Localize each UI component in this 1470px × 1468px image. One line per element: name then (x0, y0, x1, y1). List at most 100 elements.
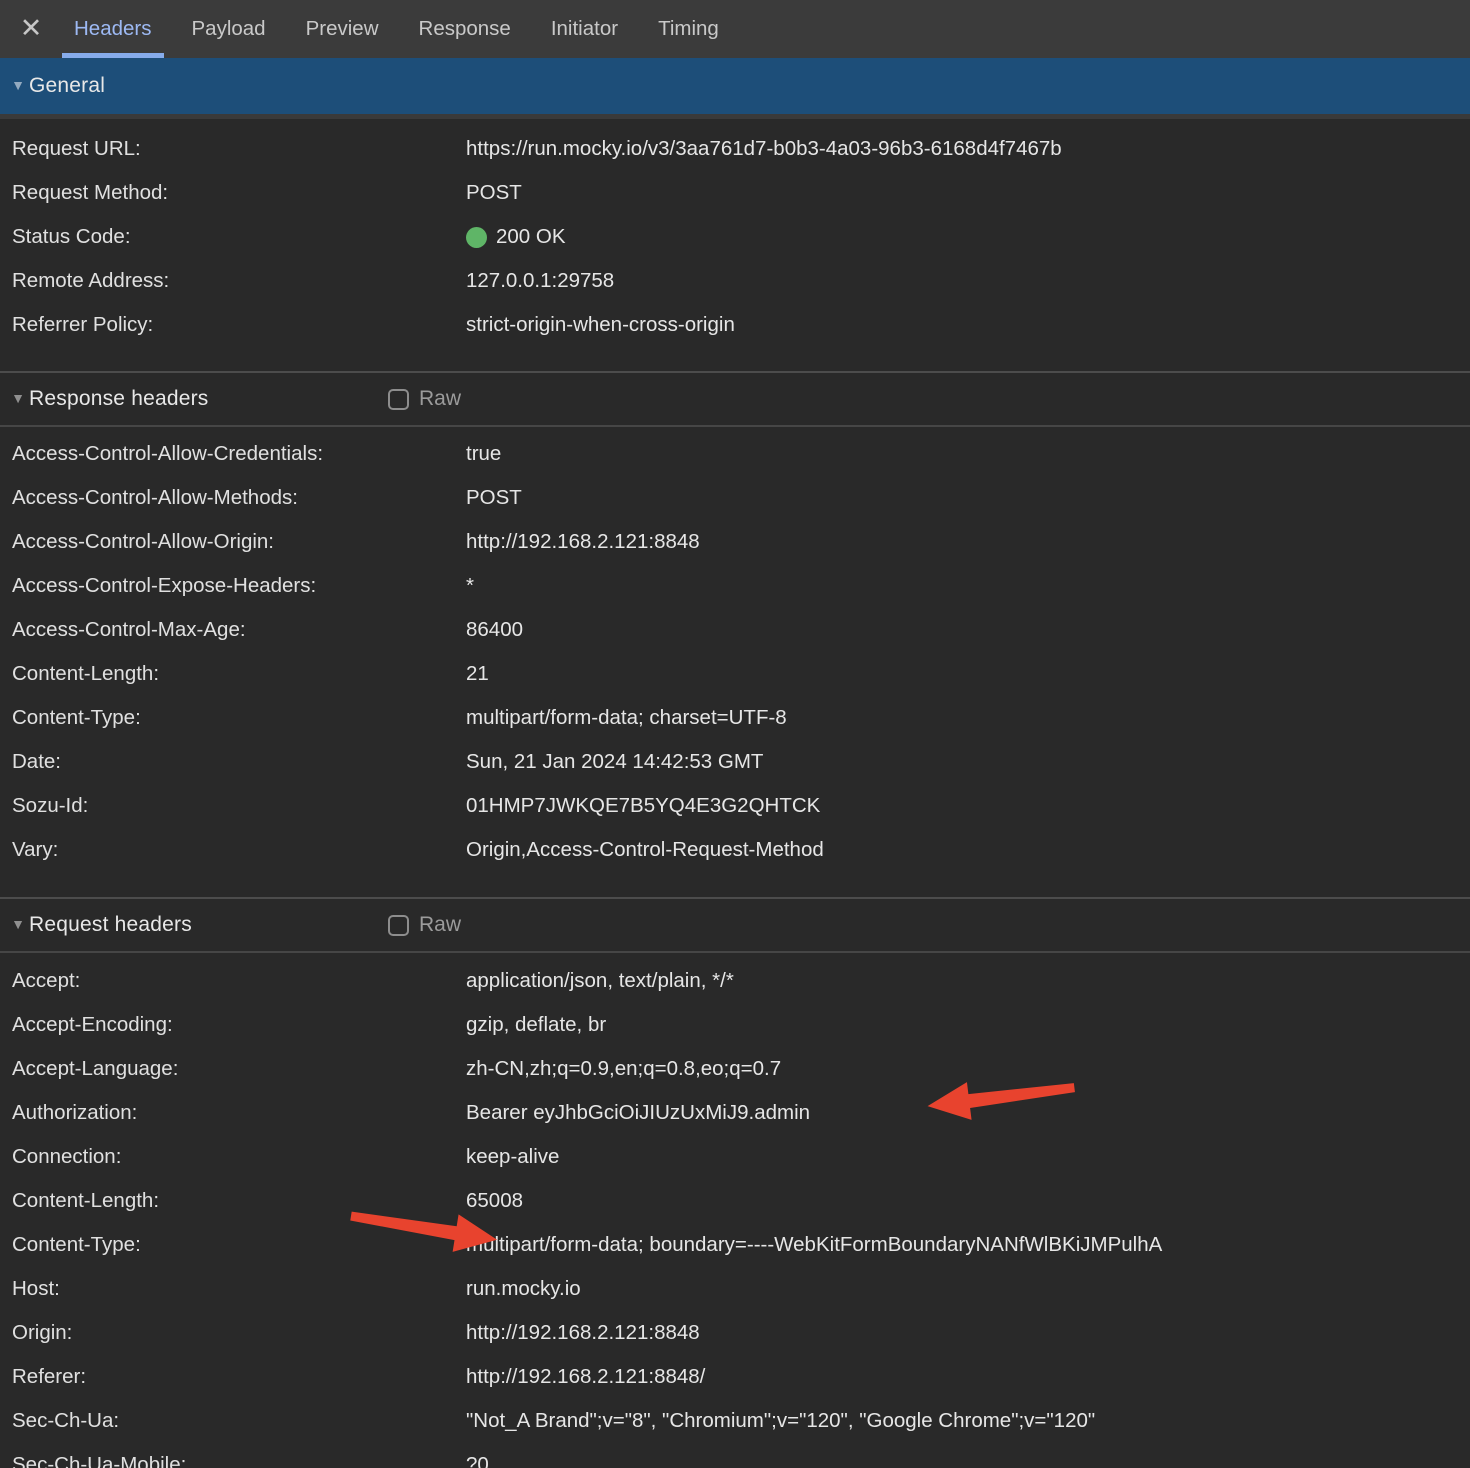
header-row: Accept-Language:zh-CN,zh;q=0.9,en;q=0.8,… (0, 1047, 1470, 1091)
header-value-text: zh-CN,zh;q=0.9,en;q=0.8,eo;q=0.7 (466, 1057, 781, 1081)
header-row: Access-Control-Allow-Origin:http://192.1… (0, 520, 1470, 564)
tab-bar: ✕ Headers Payload Preview Response Initiator… (0, 0, 1470, 58)
header-value: 86400 (466, 618, 523, 642)
header-name: Origin: (0, 1321, 466, 1345)
tab-initiator[interactable]: Initiator (539, 0, 630, 58)
chevron-down-icon[interactable]: ▼ (8, 77, 28, 93)
section-header-general[interactable]: ▼ General (0, 58, 1470, 114)
header-row: Vary:Origin,Access-Control-Request-Metho… (0, 828, 1470, 872)
header-name: Request Method: (0, 181, 466, 205)
header-row: Host:run.mocky.io (0, 1267, 1470, 1311)
section-header-request-headers[interactable]: ▼ Request headers Raw (0, 897, 1470, 953)
header-row: Authorization:Bearer eyJhbGciOiJIUzUxMiJ… (0, 1091, 1470, 1135)
header-value: * (466, 574, 474, 598)
header-row: Origin:http://192.168.2.121:8848 (0, 1311, 1470, 1355)
close-icon[interactable]: ✕ (0, 0, 62, 58)
header-value: https://run.mocky.io/v3/3aa761d7-b0b3-4a… (466, 137, 1062, 161)
header-value-text: gzip, deflate, br (466, 1013, 606, 1037)
header-row: Sozu-Id:01HMP7JWKQE7B5YQ4E3G2QHTCK (0, 784, 1470, 828)
header-value: 65008 (466, 1189, 523, 1213)
header-value-text: http://192.168.2.121:8848 (466, 530, 700, 554)
header-name: Accept: (0, 969, 466, 993)
header-name: Accept-Language: (0, 1057, 466, 1081)
header-value-text: application/json, text/plain, */* (466, 969, 734, 993)
header-value-text: http://192.168.2.121:8848 (466, 1321, 700, 1345)
header-value-text: POST (466, 486, 522, 510)
header-value: Origin,Access-Control-Request-Method (466, 838, 824, 862)
header-name: Status Code: (0, 225, 466, 249)
header-row: Status Code:200 OK (0, 215, 1470, 259)
header-value: Bearer eyJhbGciOiJIUzUxMiJ9.admin (466, 1101, 810, 1125)
raw-checkbox-label[interactable]: Raw (419, 913, 461, 937)
tab-payload[interactable]: Payload (180, 0, 278, 58)
header-row: Access-Control-Expose-Headers:* (0, 564, 1470, 608)
header-value: "Not_A Brand";v="8", "Chromium";v="120",… (466, 1409, 1095, 1433)
header-name: Remote Address: (0, 269, 466, 293)
raw-checkbox-label[interactable]: Raw (419, 387, 461, 411)
request-header-rows: Accept:application/json, text/plain, */*… (0, 953, 1470, 1468)
header-row: Content-Type:multipart/form-data; bounda… (0, 1223, 1470, 1267)
chevron-down-icon[interactable]: ▼ (8, 916, 28, 932)
tab-response[interactable]: Response (407, 0, 523, 58)
header-value-text: 21 (466, 662, 489, 686)
header-name: Access-Control-Allow-Origin: (0, 530, 466, 554)
header-row: Access-Control-Allow-Methods:POST (0, 476, 1470, 520)
header-value-text: multipart/form-data; boundary=----WebKit… (466, 1233, 1162, 1257)
header-name: Access-Control-Max-Age: (0, 618, 466, 642)
header-name: Accept-Encoding: (0, 1013, 466, 1037)
header-value: application/json, text/plain, */* (466, 969, 734, 993)
chevron-down-icon[interactable]: ▼ (8, 390, 28, 406)
tab-headers[interactable]: Headers (62, 0, 164, 58)
header-row: Date:Sun, 21 Jan 2024 14:42:53 GMT (0, 740, 1470, 784)
header-value-text: "Not_A Brand";v="8", "Chromium";v="120",… (466, 1409, 1095, 1433)
raw-checkbox[interactable] (388, 915, 409, 936)
header-value-text: 127.0.0.1:29758 (466, 269, 614, 293)
header-value: run.mocky.io (466, 1277, 581, 1301)
header-value-text: Sun, 21 Jan 2024 14:42:53 GMT (466, 750, 763, 774)
header-row: Accept:application/json, text/plain, */* (0, 959, 1470, 1003)
header-value: ?0 (466, 1453, 489, 1468)
header-row: Content-Length:65008 (0, 1179, 1470, 1223)
header-value-text: Origin,Access-Control-Request-Method (466, 838, 824, 862)
header-row: Content-Type:multipart/form-data; charse… (0, 696, 1470, 740)
header-row: Remote Address:127.0.0.1:29758 (0, 259, 1470, 303)
header-value: http://192.168.2.121:8848 (466, 1321, 700, 1345)
header-value-text: 65008 (466, 1189, 523, 1213)
tab-preview[interactable]: Preview (294, 0, 391, 58)
header-name: Referer: (0, 1365, 466, 1389)
header-value: strict-origin-when-cross-origin (466, 313, 735, 337)
header-value: Sun, 21 Jan 2024 14:42:53 GMT (466, 750, 763, 774)
header-name: Sec-Ch-Ua: (0, 1409, 466, 1433)
header-value-text: http://192.168.2.121:8848/ (466, 1365, 705, 1389)
header-value-text: keep-alive (466, 1145, 559, 1169)
header-name: Date: (0, 750, 466, 774)
header-name: Authorization: (0, 1101, 466, 1125)
header-value-text: ?0 (466, 1453, 489, 1468)
section-title: Response headers (29, 387, 209, 411)
status-ok-dot-icon (466, 227, 487, 248)
header-name: Content-Length: (0, 662, 466, 686)
header-value: 127.0.0.1:29758 (466, 269, 614, 293)
header-value-text: multipart/form-data; charset=UTF-8 (466, 706, 787, 730)
header-value: POST (466, 181, 522, 205)
header-name: Sec-Ch-Ua-Mobile: (0, 1453, 466, 1468)
header-row: Referer:http://192.168.2.121:8848/ (0, 1355, 1470, 1399)
header-name: Connection: (0, 1145, 466, 1169)
header-row: Content-Length:21 (0, 652, 1470, 696)
raw-checkbox[interactable] (388, 389, 409, 410)
header-value: POST (466, 486, 522, 510)
header-value-text: 86400 (466, 618, 523, 642)
header-value: http://192.168.2.121:8848/ (466, 1365, 705, 1389)
header-name: Content-Type: (0, 1233, 466, 1257)
section-header-response-headers[interactable]: ▼ Response headers Raw (0, 371, 1470, 427)
header-row: Access-Control-Max-Age:86400 (0, 608, 1470, 652)
header-name: Access-Control-Expose-Headers: (0, 574, 466, 598)
header-value: http://192.168.2.121:8848 (466, 530, 700, 554)
response-header-rows: Access-Control-Allow-Credentials:trueAcc… (0, 427, 1470, 897)
header-value: zh-CN,zh;q=0.9,en;q=0.8,eo;q=0.7 (466, 1057, 781, 1081)
header-row: Request Method:POST (0, 171, 1470, 215)
header-row: Connection:keep-alive (0, 1135, 1470, 1179)
tab-timing[interactable]: Timing (646, 0, 731, 58)
header-value: gzip, deflate, br (466, 1013, 606, 1037)
general-rows: Request URL:https://run.mocky.io/v3/3aa7… (0, 119, 1470, 371)
